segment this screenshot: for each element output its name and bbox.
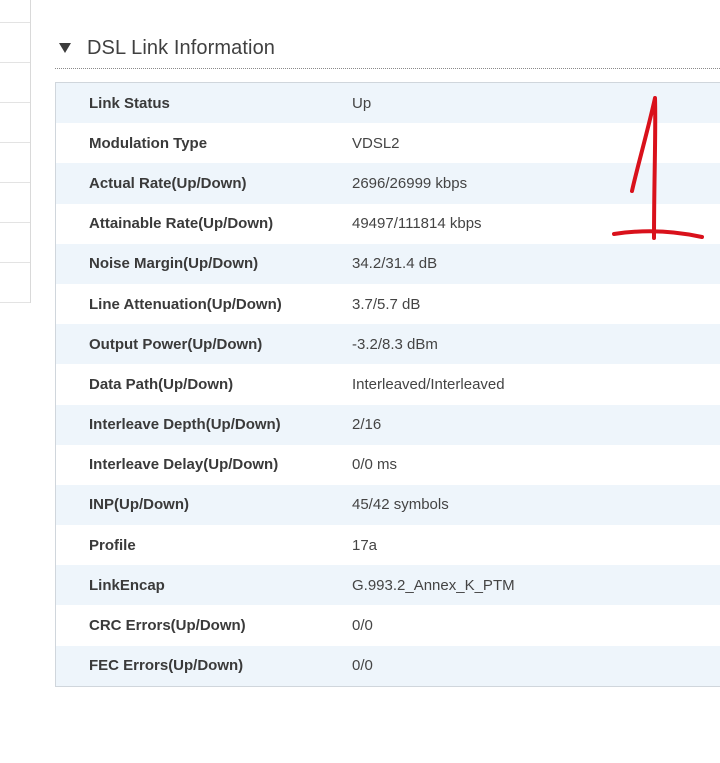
row-label: LinkEncap (89, 576, 165, 594)
sidebar-cell[interactable] (0, 143, 30, 183)
table-row: Profile 17a (56, 525, 720, 566)
row-label: Interleave Delay(Up/Down) (89, 456, 279, 474)
table-row: Data Path(Up/Down) Interleaved/Interleave… (56, 364, 720, 405)
table-row: Actual Rate(Up/Down) 2696/26999 kbps (56, 163, 720, 204)
row-value: 0/0 (352, 657, 373, 675)
table-row: LinkEncap G.993.2_Annex_K_PTM (56, 565, 720, 606)
row-value: 2696/26999 kbps (352, 174, 468, 192)
table-row: Modulation Type VDSL2 (56, 123, 720, 164)
row-value: 17a (352, 536, 378, 554)
row-label: Data Path(Up/Down) (89, 375, 234, 393)
table-row: Line Attenuation(Up/Down) 3.7/5.7 dB (56, 283, 720, 325)
row-label: Profile (89, 536, 136, 554)
row-value: 0/0 (352, 617, 373, 635)
table-row: FEC Errors(Up/Down) 0/0 (56, 645, 720, 686)
row-value: 45/42 symbols (352, 496, 449, 514)
row-label: CRC Errors(Up/Down) (89, 617, 246, 635)
row-label: Modulation Type (89, 134, 208, 152)
row-label: Output Power(Up/Down) (89, 335, 263, 353)
table-row: CRC Errors(Up/Down) 0/0 (56, 605, 720, 646)
row-value: Interleaved/Interleaved (352, 375, 505, 393)
section-title: DSL Link Information (87, 36, 276, 59)
sidebar-cell[interactable] (0, 183, 30, 223)
row-label: Interleave Depth(Up/Down) (89, 416, 281, 434)
dsl-info-table: Link Status Up Modulation Type VDSL2 Actual … (55, 82, 720, 687)
row-value: 2/16 (352, 416, 382, 434)
row-value: 0/0 ms (352, 456, 398, 474)
page: DSL Link Information Link Status Up Modula… (0, 0, 720, 763)
sidebar-stub (0, 0, 31, 303)
table-row: Link Status Up (56, 83, 720, 124)
sidebar-cell[interactable] (0, 223, 30, 263)
section-header[interactable]: DSL Link Information (55, 28, 720, 69)
row-value: 34.2/31.4 dB (352, 255, 438, 273)
triangle-down-icon[interactable] (58, 41, 72, 55)
sidebar-cell[interactable] (0, 0, 30, 23)
table-row: Interleave Delay(Up/Down) 0/0 ms (56, 444, 720, 485)
row-label: FEC Errors(Up/Down) (89, 657, 244, 675)
sidebar-cell[interactable] (0, 63, 30, 103)
row-value: -3.2/8.3 dBm (352, 335, 438, 353)
table-row: Attainable Rate(Up/Down) 49497/111814 kbp… (56, 203, 720, 244)
row-value: 3.7/5.7 dB (352, 295, 421, 313)
row-value: G.993.2_Annex_K_PTM (352, 576, 515, 594)
table-row: Output Power(Up/Down) -3.2/8.3 dBm (56, 324, 720, 365)
sidebar-cell[interactable] (0, 23, 30, 63)
table-row: INP(Up/Down) 45/42 symbols (56, 484, 720, 526)
row-value: 49497/111814 kbps (352, 215, 482, 233)
row-label: Link Status (89, 94, 170, 112)
table-row: Noise Margin(Up/Down) 34.2/31.4 dB (56, 243, 720, 284)
row-value: VDSL2 (352, 134, 400, 152)
row-value: Up (352, 94, 372, 112)
sidebar-cell[interactable] (0, 263, 30, 303)
row-label: Noise Margin(Up/Down) (89, 255, 259, 273)
table-row: Interleave Depth(Up/Down) 2/16 (56, 404, 720, 445)
row-label: INP(Up/Down) (89, 496, 189, 514)
sidebar-cell[interactable] (0, 103, 30, 143)
row-label: Actual Rate(Up/Down) (89, 174, 247, 192)
row-label: Attainable Rate(Up/Down) (89, 215, 274, 233)
row-label: Line Attenuation(Up/Down) (89, 295, 282, 313)
